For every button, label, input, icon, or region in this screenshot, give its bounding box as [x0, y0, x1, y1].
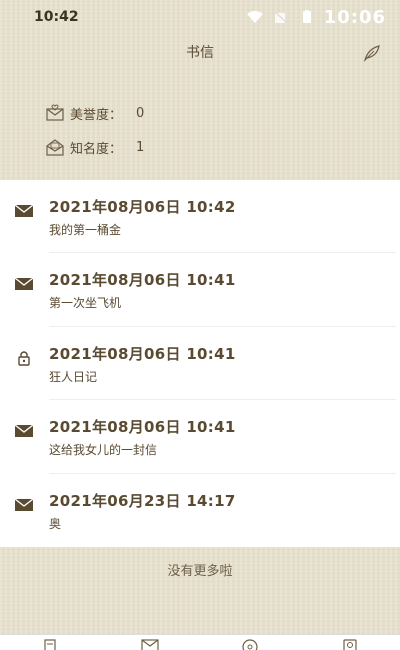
status-time: 10:42: [34, 9, 79, 25]
letter-item[interactable]: 2021年08月06日 10:42 我的第一桶金: [0, 180, 400, 254]
stat-reputation: 美誉度： 0: [46, 96, 144, 130]
letter-list: 2021年08月06日 10:42 我的第一桶金 2021年08月06日 10:…: [0, 180, 400, 547]
letter-date: 2021年08月06日 10:41: [49, 271, 236, 290]
mail-heart-icon: [46, 104, 64, 121]
envelope-icon: [14, 424, 34, 438]
letter-title: 奥: [49, 516, 62, 531]
lock-icon: [18, 351, 30, 366]
status-icons: 10:06: [246, 7, 386, 28]
envelope-icon: [14, 498, 34, 511]
feather-pen-icon[interactable]: [362, 43, 382, 63]
no-more-text: 没有更多啦: [167, 564, 233, 579]
mail-open-icon: [46, 139, 64, 156]
envelope-icon: [14, 204, 34, 217]
nav-bar: 书信: [0, 34, 400, 70]
letter-item[interactable]: 2021年08月06日 10:41 第一次坐飞机: [0, 253, 400, 328]
letter-date: 2021年08月06日 10:41: [49, 418, 236, 437]
letter-date: 2021年06月23日 14:17: [49, 491, 236, 510]
user-icon[interactable]: [340, 635, 360, 650]
stat-value: 1: [136, 139, 145, 155]
stat-value: 0: [136, 105, 145, 121]
envelope-icon: [14, 277, 34, 291]
compass-icon[interactable]: [240, 635, 260, 650]
page-title: 书信: [186, 45, 214, 61]
letter-item[interactable]: 2021年08月06日 10:41 狂人日记: [0, 327, 400, 401]
envelope-icon[interactable]: [140, 635, 160, 650]
tab-bar: [0, 634, 400, 650]
letter-title: 我的第一桶金: [49, 223, 122, 237]
stat-label: 美誉度：: [70, 107, 123, 123]
reputation-stats: 美誉度： 0 知名度： 1: [46, 96, 144, 164]
status-clock-overlay: 10:06: [323, 6, 386, 28]
letter-item[interactable]: 2021年06月23日 14:17 奥: [0, 474, 400, 547]
battery-icon: [302, 10, 311, 23]
letter-title: 这给我女儿的一封信: [49, 443, 158, 458]
letter-item[interactable]: 2021年08月06日 10:41 这给我女儿的一封信: [0, 400, 400, 474]
stat-label: 知名度：: [70, 141, 123, 157]
status-bar: 10:42 10:06: [0, 0, 400, 34]
stat-fame: 知名度： 1: [46, 130, 144, 164]
letter-date: 2021年08月06日 10:41: [49, 344, 236, 363]
letter-title: 狂人日记: [49, 369, 98, 384]
letter-title: 第一次坐飞机: [49, 296, 122, 311]
wifi-icon: [246, 11, 263, 23]
document-icon[interactable]: [40, 635, 60, 650]
letter-date: 2021年08月06日 10:42: [49, 198, 236, 216]
signal-icon: [273, 10, 288, 24]
